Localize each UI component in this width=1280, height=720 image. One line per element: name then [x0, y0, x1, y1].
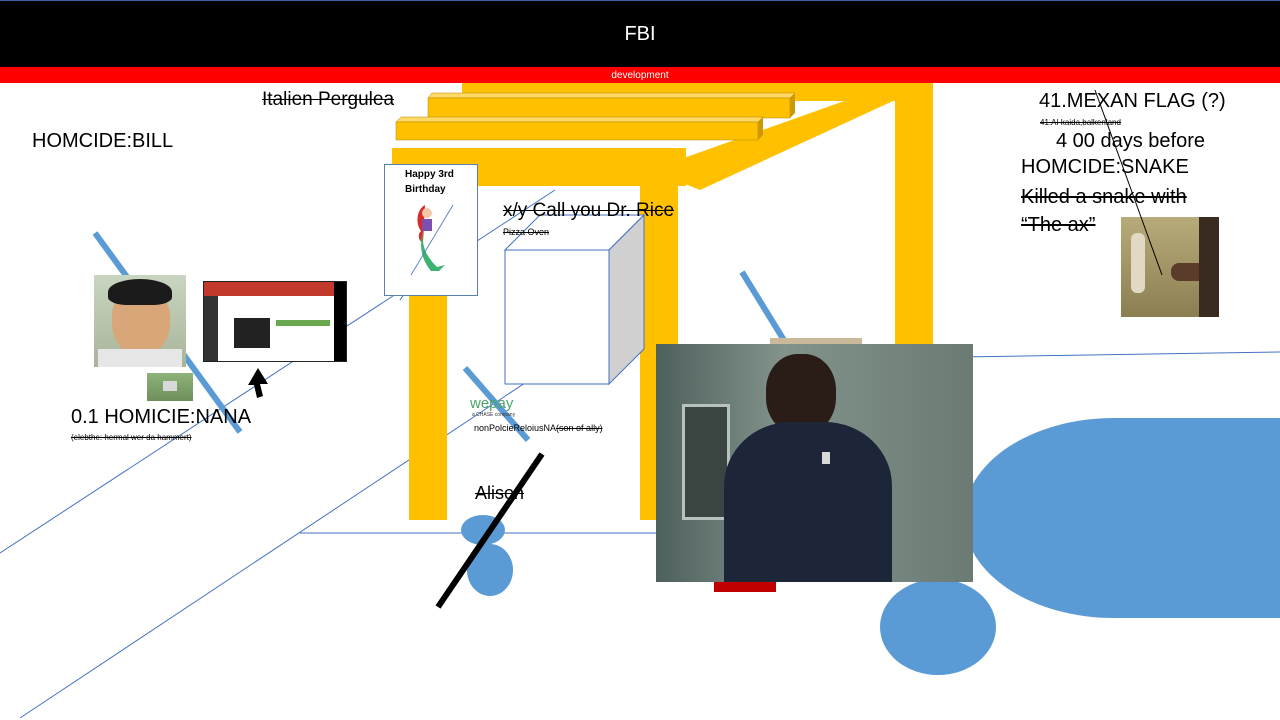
alison-label: Alison [475, 483, 525, 503]
pizza-oven-label: Pizza Oven [503, 227, 550, 237]
portrait-photo-bill [94, 275, 186, 367]
wepay-logo: wepay [470, 395, 514, 412]
mermaid-icon [410, 204, 454, 276]
development-label: development [611, 69, 669, 81]
wepay-tagline: a CHASE company [472, 412, 516, 418]
blue-ellipse-large [880, 579, 996, 675]
pizza-oven-cube [503, 213, 646, 386]
page-title: FBI [624, 22, 656, 45]
nonpolicie-strike-text: (son of ally) [556, 423, 603, 433]
call-dr-rice-label: x/y Call you Dr. Rice [503, 200, 675, 221]
development-banner: development [0, 67, 1280, 83]
birthday-card-text: Happy 3rd Birthday [405, 169, 454, 195]
connector-line [1094, 89, 1163, 276]
cursor-arrow-icon [248, 368, 268, 398]
title-bar: FBI [0, 0, 1280, 67]
homicide-bill-label: HOMCIDE:BILL [32, 130, 174, 152]
blue-line-5 [959, 351, 1280, 358]
birthday-card: Happy 3rd Birthday [384, 164, 478, 296]
blue-pill-shape [964, 418, 1280, 618]
nonpolicie-text: nonPolcieReloiusNA [474, 423, 557, 433]
homicide-nana-label: 0.1 HOMICIE:NANA [71, 406, 252, 428]
homicide-nana-note: (elebthe: hermal wer da hammert) [71, 433, 192, 442]
nonpolicie-label: nonPolcieReloiusNA(son of ally) [474, 423, 603, 433]
police-officer-photo [656, 344, 973, 582]
italien-pergulea-label: Italien Pergulea [262, 89, 395, 110]
small-landscape-photo [147, 373, 193, 401]
browser-screenshot-photo [203, 281, 347, 362]
